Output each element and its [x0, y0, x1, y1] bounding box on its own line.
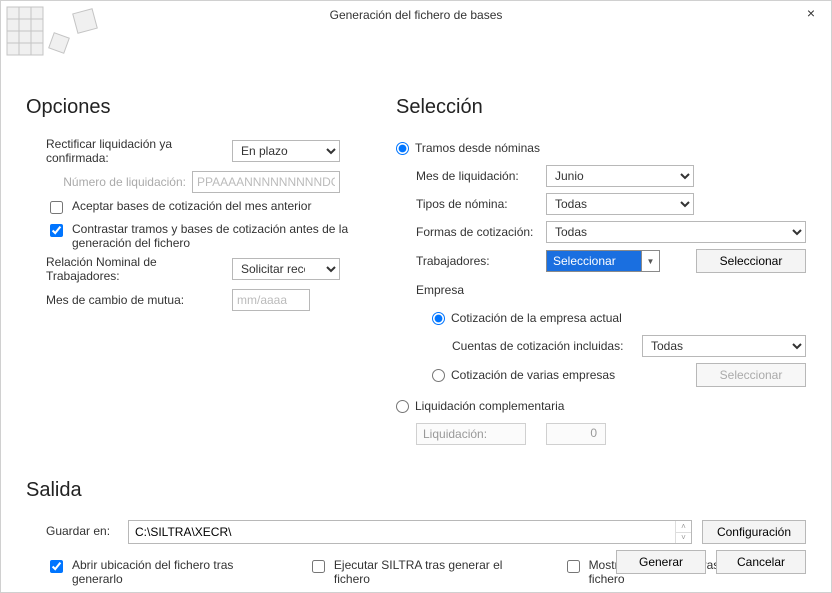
configuracion-button[interactable]: Configuración [702, 520, 806, 544]
path-up-icon[interactable]: ˄ [676, 521, 691, 532]
aceptar-label: Aceptar bases de cotización del mes ante… [72, 199, 311, 213]
opciones-heading: Opciones [26, 96, 356, 119]
salida-heading: Salida [26, 479, 806, 502]
guardar-label: Guardar en: [46, 520, 118, 544]
titlebar: Generación del fichero de bases × [1, 1, 831, 29]
numero-liq-label: Número de liquidación: [46, 175, 186, 189]
trabajadores-dropdown-icon[interactable]: ▼ [642, 250, 660, 272]
tipos-label: Tipos de nómina: [416, 197, 546, 211]
cuentas-select[interactable]: Todas [642, 335, 806, 357]
formas-select[interactable]: Todas [546, 221, 806, 243]
cot-varias-label: Cotización de varias empresas [451, 368, 615, 382]
contrastar-label: Contrastar tramos y bases de cotización … [72, 222, 352, 250]
abrir-ubicacion-checkbox[interactable] [50, 560, 63, 573]
liq-comp-radio[interactable] [396, 400, 409, 413]
mostrar-resumen-checkbox[interactable] [567, 560, 580, 573]
tipos-select[interactable]: Todas [546, 193, 694, 215]
empresa-heading: Empresa [416, 283, 464, 297]
aceptar-checkbox[interactable] [50, 201, 63, 214]
trabajadores-label: Trabajadores: [416, 254, 546, 268]
cot-varias-radio[interactable] [432, 369, 445, 382]
mes-cambio-label: Mes de cambio de mutua: [46, 293, 232, 307]
rectificar-select[interactable]: En plazo [232, 140, 340, 162]
seleccion-heading: Selección [396, 96, 806, 119]
cuentas-label: Cuentas de cotización incluidas: [452, 339, 642, 353]
trabajadores-select[interactable]: Seleccionar [546, 250, 642, 272]
numero-liq-input[interactable] [192, 171, 340, 193]
rnt-label: Relación Nominal de Trabajadores: [46, 255, 232, 283]
ejecutar-siltra-label: Ejecutar SILTRA tras generar el fichero [334, 558, 533, 586]
tramos-radio[interactable] [396, 142, 409, 155]
seleccionar-trabajadores-button[interactable]: Seleccionar [696, 249, 806, 273]
rnt-select[interactable]: Solicitar recepció [232, 258, 340, 280]
seleccionar-empresas-button[interactable]: Seleccionar [696, 363, 806, 387]
liq-comp-label: Liquidación complementaria [415, 399, 564, 413]
cancelar-button[interactable]: Cancelar [716, 550, 806, 574]
path-input[interactable] [129, 521, 675, 543]
contrastar-checkbox[interactable] [50, 224, 63, 237]
cot-actual-radio[interactable] [432, 312, 445, 325]
formas-label: Formas de cotización: [416, 225, 546, 239]
cot-actual-label: Cotización de la empresa actual [451, 311, 622, 325]
tramos-radio-label: Tramos desde nóminas [415, 141, 540, 155]
mes-liq-select[interactable]: Junio [546, 165, 694, 187]
liquidacion-ro-label: Liquidación: [416, 423, 526, 445]
window-title: Generación del fichero de bases [330, 8, 503, 22]
abrir-ubicacion-label: Abrir ubicación del fichero tras generar… [72, 558, 278, 586]
path-down-icon[interactable]: ˅ [676, 532, 691, 544]
mes-liq-label: Mes de liquidación: [416, 169, 546, 183]
mes-cambio-input[interactable] [232, 289, 310, 311]
ejecutar-siltra-checkbox[interactable] [312, 560, 325, 573]
rectificar-label: Rectificar liquidación ya confirmada: [46, 137, 232, 165]
path-field-wrapper: ˄ ˅ [128, 520, 692, 544]
liquidacion-ro-value: 0 [546, 423, 606, 445]
close-icon[interactable]: × [799, 1, 823, 25]
generar-button[interactable]: Generar [616, 550, 706, 574]
